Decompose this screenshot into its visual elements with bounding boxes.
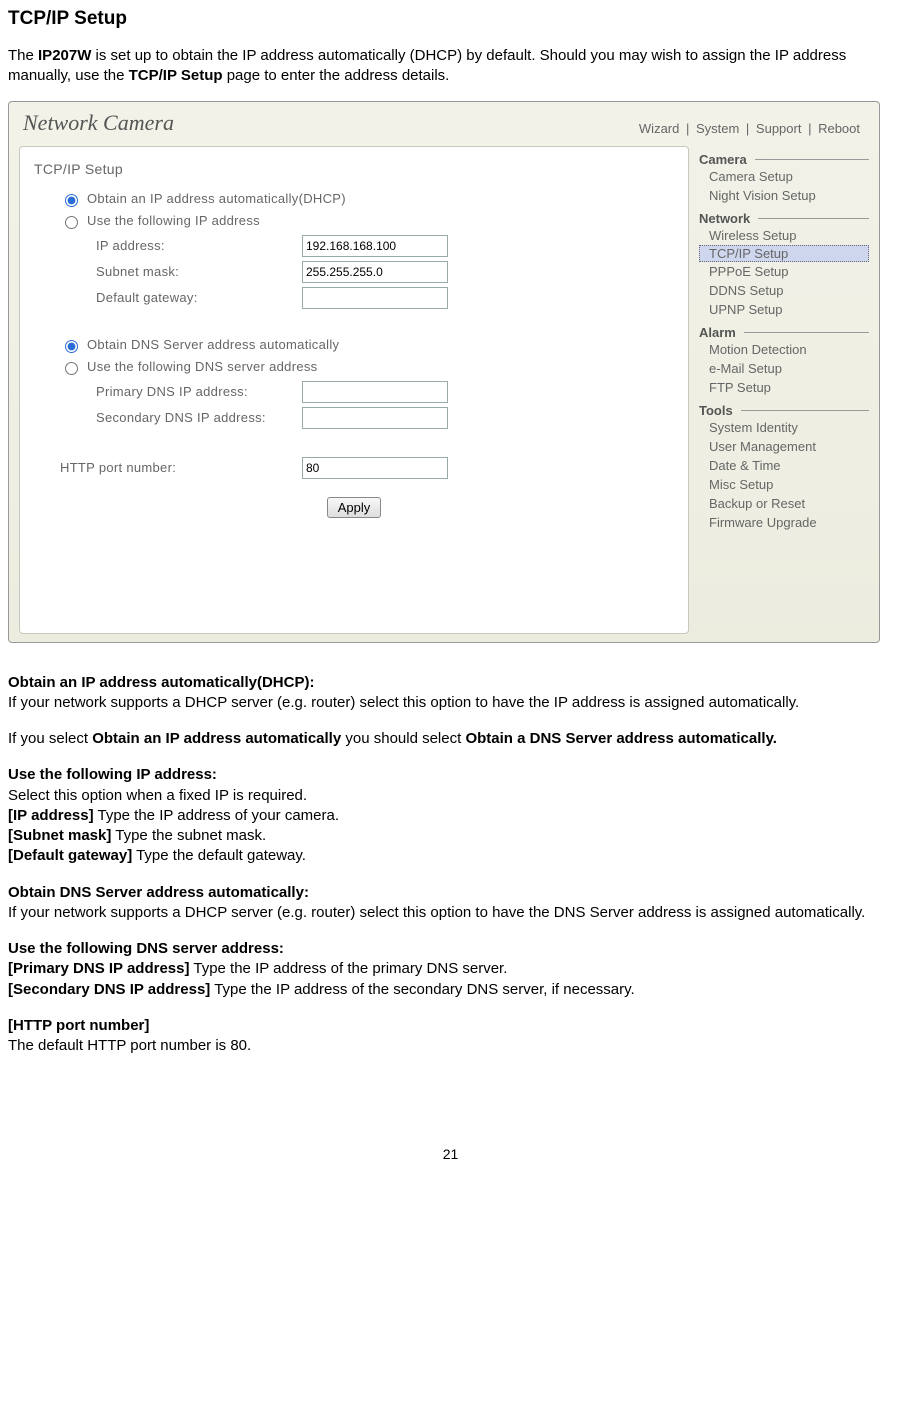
mask-label: Subnet mask: <box>96 264 302 279</box>
radio-dns-auto[interactable] <box>65 340 78 353</box>
http-label: HTTP port number: <box>60 460 302 475</box>
sidebar-item-camera-setup[interactable]: Camera Setup <box>699 167 869 186</box>
device-brand: Network Camera <box>23 110 174 136</box>
s5-heading: [HTTP port number] <box>8 1017 149 1034</box>
s4-p-h: [Primary DNS IP address] <box>8 960 189 977</box>
sidebar-item-wireless[interactable]: Wireless Setup <box>699 226 869 245</box>
radio-dhcp-label: Obtain an IP address automatically(DHCP) <box>87 191 346 206</box>
nav-reboot[interactable]: Reboot <box>818 121 860 136</box>
s1-body: If your network supports a DHCP server (… <box>8 693 893 713</box>
radio-dhcp[interactable] <box>65 194 78 207</box>
sidebar-item-night-vision[interactable]: Night Vision Setup <box>699 186 869 205</box>
intro-pagename: TCP/IP Setup <box>129 67 223 84</box>
sidebar-item-datetime[interactable]: Date & Time <box>699 456 869 475</box>
sidebar-item-users[interactable]: User Management <box>699 437 869 456</box>
s1b-t2: you should select <box>341 730 465 747</box>
sidebar-item-misc[interactable]: Misc Setup <box>699 475 869 494</box>
s3-heading: Obtain DNS Server address automatically: <box>8 884 309 901</box>
radio-dns-auto-label: Obtain DNS Server address automatically <box>87 337 339 352</box>
pdns-label: Primary DNS IP address: <box>96 384 302 399</box>
s1b-b2: Obtain a DNS Server address automaticall… <box>465 730 777 747</box>
s4-s-b: Type the IP address of the secondary DNS… <box>210 981 634 998</box>
nav-wizard[interactable]: Wizard <box>639 121 679 136</box>
radio-dns-manual[interactable] <box>65 362 78 375</box>
sidebar-item-backup[interactable]: Backup or Reset <box>699 494 869 513</box>
sidebar-item-email[interactable]: e-Mail Setup <box>699 359 869 378</box>
form-area: TCP/IP Setup Obtain an IP address automa… <box>19 146 689 634</box>
http-input[interactable] <box>302 457 448 479</box>
ip-input[interactable] <box>302 235 448 257</box>
sdns-label: Secondary DNS IP address: <box>96 410 302 425</box>
s5-body: The default HTTP port number is 80. <box>8 1036 893 1056</box>
sidebar-item-upnp[interactable]: UPNP Setup <box>699 300 869 319</box>
s2-gw-h: [Default gateway] <box>8 847 132 864</box>
nav-system[interactable]: System <box>696 121 739 136</box>
pdns-input[interactable] <box>302 381 448 403</box>
mask-input[interactable] <box>302 261 448 283</box>
sidebar-item-firmware[interactable]: Firmware Upgrade <box>699 513 869 532</box>
explanation-block: Obtain an IP address automatically(DHCP)… <box>8 673 893 1057</box>
s4-s-h: [Secondary DNS IP address] <box>8 981 210 998</box>
s2-heading: Use the following IP address: <box>8 766 217 783</box>
page-title: TCP/IP Setup <box>8 8 893 30</box>
sidebar: Camera Camera Setup Night Vision Setup N… <box>699 146 869 634</box>
sidebar-item-tcpip[interactable]: TCP/IP Setup <box>699 245 869 262</box>
intro-paragraph: The IP207W is set up to obtain the IP ad… <box>8 46 893 87</box>
cat-alarm: Alarm <box>699 325 736 340</box>
s2-body: Select this option when a fixed IP is re… <box>8 786 893 806</box>
s4-heading: Use the following DNS server address: <box>8 940 284 957</box>
intro-model: IP207W <box>38 47 91 64</box>
nav-support[interactable]: Support <box>756 121 802 136</box>
top-nav: Wizard | System | Support | Reboot <box>636 121 863 136</box>
gw-label: Default gateway: <box>96 290 302 305</box>
radio-dns-manual-label: Use the following DNS server address <box>87 359 317 374</box>
s3-body: If your network supports a DHCP server (… <box>8 903 893 923</box>
s1-heading: Obtain an IP address automatically(DHCP)… <box>8 674 314 691</box>
page-number: 21 <box>8 1146 893 1162</box>
gw-input[interactable] <box>302 287 448 309</box>
sidebar-item-ftp[interactable]: FTP Setup <box>699 378 869 397</box>
screenshot-panel: Network Camera Wizard | System | Support… <box>8 101 880 643</box>
s1b-t1: If you select <box>8 730 92 747</box>
intro-t1: The <box>8 47 38 64</box>
s2-ip-b: Type the IP address of your camera. <box>94 807 339 824</box>
s4-p-b: Type the IP address of the primary DNS s… <box>189 960 507 977</box>
cat-network: Network <box>699 211 750 226</box>
apply-button[interactable]: Apply <box>327 497 382 518</box>
sdns-input[interactable] <box>302 407 448 429</box>
s1b-b1: Obtain an IP address automatically <box>92 730 341 747</box>
radio-static-label: Use the following IP address <box>87 213 260 228</box>
intro-t3: page to enter the address details. <box>223 67 450 84</box>
s2-gw-b: Type the default gateway. <box>132 847 306 864</box>
sidebar-item-motion[interactable]: Motion Detection <box>699 340 869 359</box>
radio-static[interactable] <box>65 216 78 229</box>
s2-ip-h: [IP address] <box>8 807 94 824</box>
ip-label: IP address: <box>96 238 302 253</box>
cat-camera: Camera <box>699 152 747 167</box>
sidebar-item-identity[interactable]: System Identity <box>699 418 869 437</box>
s2-mask-h: [Subnet mask] <box>8 827 111 844</box>
sidebar-item-ddns[interactable]: DDNS Setup <box>699 281 869 300</box>
cat-tools: Tools <box>699 403 733 418</box>
form-title: TCP/IP Setup <box>34 161 674 177</box>
sidebar-item-pppoe[interactable]: PPPoE Setup <box>699 262 869 281</box>
s2-mask-b: Type the subnet mask. <box>111 827 266 844</box>
